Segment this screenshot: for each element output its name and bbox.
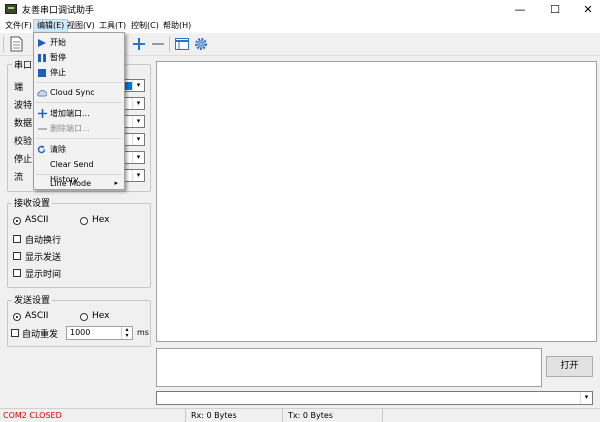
menu-separator bbox=[36, 102, 122, 103]
play-icon bbox=[38, 39, 46, 47]
auto-wrap-checkbox[interactable] bbox=[13, 235, 21, 243]
edit-menu-dropdown: 开始 暂停 停止 Cloud Sync 增加端口... 删除端口... 清除 C… bbox=[33, 32, 125, 190]
menu-clear[interactable]: 清除 bbox=[36, 142, 122, 157]
chevron-down-icon: ▾ bbox=[580, 392, 592, 404]
chevron-down-icon: ▾ bbox=[132, 80, 144, 91]
open-port-button[interactable]: 打开 bbox=[546, 356, 593, 377]
status-bar: COM2 CLOSED Rx: 0 Bytes Tx: 0 Bytes bbox=[0, 408, 600, 422]
send-settings-title: 发送设置 bbox=[12, 293, 53, 306]
menu-stop[interactable]: 停止 bbox=[36, 65, 122, 80]
chevron-down-icon: ▾ bbox=[132, 98, 144, 109]
menu-edit[interactable]: 编辑(E) bbox=[33, 19, 69, 33]
menu-control[interactable]: 控制(C) bbox=[128, 19, 162, 33]
submenu-arrow-icon: ▸ bbox=[114, 179, 118, 187]
menu-add-port[interactable]: 增加端口... bbox=[36, 106, 122, 121]
send-ascii-label: ASCII bbox=[25, 311, 49, 321]
chevron-down-icon: ▾ bbox=[132, 134, 144, 145]
maximize-button[interactable]: ☐ bbox=[538, 0, 572, 19]
new-file-icon[interactable] bbox=[10, 36, 23, 52]
receive-hex-radio[interactable] bbox=[80, 217, 88, 225]
remove-icon bbox=[38, 128, 47, 130]
close-button[interactable]: ✕ bbox=[571, 0, 600, 19]
window-layout-icon[interactable] bbox=[174, 36, 190, 52]
port-label: 端 bbox=[14, 83, 24, 93]
port-combo-selection bbox=[124, 82, 132, 90]
settings-gear-icon[interactable] bbox=[193, 36, 209, 52]
show-time-label: 显示时间 bbox=[25, 270, 62, 280]
resend-interval-input[interactable]: 1000 ▴ ▾ bbox=[66, 326, 133, 340]
menu-separator bbox=[36, 174, 122, 175]
send-ascii-radio[interactable] bbox=[13, 313, 21, 321]
menu-help[interactable]: 帮助(H) bbox=[160, 19, 194, 33]
add-icon[interactable] bbox=[131, 36, 147, 52]
menu-file[interactable]: 文件(F) bbox=[2, 19, 35, 33]
auto-resend-checkbox[interactable] bbox=[11, 329, 19, 337]
stop-icon bbox=[38, 69, 46, 77]
remove-icon[interactable] bbox=[150, 36, 166, 52]
tx-counter: Tx: 0 Bytes bbox=[285, 409, 383, 422]
toolbar-grip bbox=[3, 36, 4, 52]
menu-remove-port[interactable]: 删除端口... bbox=[36, 121, 122, 136]
menu-separator bbox=[36, 138, 122, 139]
menu-clear-send-history[interactable]: Clear Send History bbox=[36, 157, 122, 184]
auto-wrap-label: 自动换行 bbox=[25, 236, 62, 246]
minimize-button[interactable]: — bbox=[503, 0, 537, 19]
receive-settings-title: 接收设置 bbox=[12, 196, 53, 209]
port-status-text: COM2 CLOSED bbox=[3, 411, 62, 420]
chevron-down-icon: ▾ bbox=[132, 170, 144, 181]
pause-icon bbox=[38, 54, 46, 62]
show-time-checkbox[interactable] bbox=[13, 269, 21, 277]
databits-label: 数据 bbox=[14, 119, 33, 129]
receive-text-area[interactable] bbox=[156, 61, 597, 342]
flow-label: 流 bbox=[14, 173, 24, 183]
rx-counter: Rx: 0 Bytes bbox=[188, 409, 283, 422]
show-sent-checkbox[interactable] bbox=[13, 252, 21, 260]
send-hex-radio[interactable] bbox=[80, 313, 88, 321]
menu-view[interactable]: 视图(V) bbox=[64, 19, 98, 33]
app-icon bbox=[5, 4, 17, 14]
interval-unit-label: ms bbox=[137, 328, 149, 337]
menu-pause[interactable]: 暂停 bbox=[36, 50, 122, 65]
chevron-down-icon: ▾ bbox=[132, 152, 144, 163]
menu-tools[interactable]: 工具(T) bbox=[96, 19, 129, 33]
receive-hex-label: Hex bbox=[92, 215, 110, 225]
window-title: 友善串口调试助手 bbox=[22, 6, 95, 16]
parity-label: 校验 bbox=[14, 137, 33, 147]
send-history-combo[interactable]: ▾ bbox=[156, 391, 593, 405]
chevron-down-icon: ▾ bbox=[132, 116, 144, 127]
stopbits-label: 停止 bbox=[14, 155, 33, 165]
menu-bar: 文件(F) 编辑(E) 视图(V) 工具(T) 控制(C) 帮助(H) bbox=[0, 19, 600, 33]
baud-label: 波特 bbox=[14, 101, 33, 111]
menu-start[interactable]: 开始 bbox=[36, 35, 122, 50]
show-sent-label: 显示发送 bbox=[25, 253, 62, 263]
interval-spinner-icon[interactable]: ▴ ▾ bbox=[121, 327, 132, 339]
auto-resend-label: 自动重发 bbox=[22, 330, 59, 340]
send-text-area[interactable] bbox=[156, 348, 542, 387]
menu-cloud-sync[interactable]: Cloud Sync bbox=[36, 85, 122, 100]
resend-interval-value: 1000 bbox=[70, 328, 91, 337]
title-bar: 友善串口调试助手 — ☐ ✕ bbox=[0, 0, 600, 19]
cloud-icon bbox=[37, 89, 47, 97]
send-hex-label: Hex bbox=[92, 311, 110, 321]
serial-settings-title: 串口 bbox=[12, 58, 35, 71]
receive-ascii-radio[interactable] bbox=[13, 217, 21, 225]
add-icon bbox=[38, 109, 47, 118]
port-status: COM2 CLOSED bbox=[0, 409, 186, 422]
toolbar-separator bbox=[169, 36, 170, 52]
menu-separator bbox=[36, 82, 122, 83]
menu-line-mode[interactable]: Line Mode ▸ bbox=[36, 176, 122, 191]
receive-ascii-label: ASCII bbox=[25, 215, 49, 225]
refresh-icon bbox=[37, 145, 46, 154]
